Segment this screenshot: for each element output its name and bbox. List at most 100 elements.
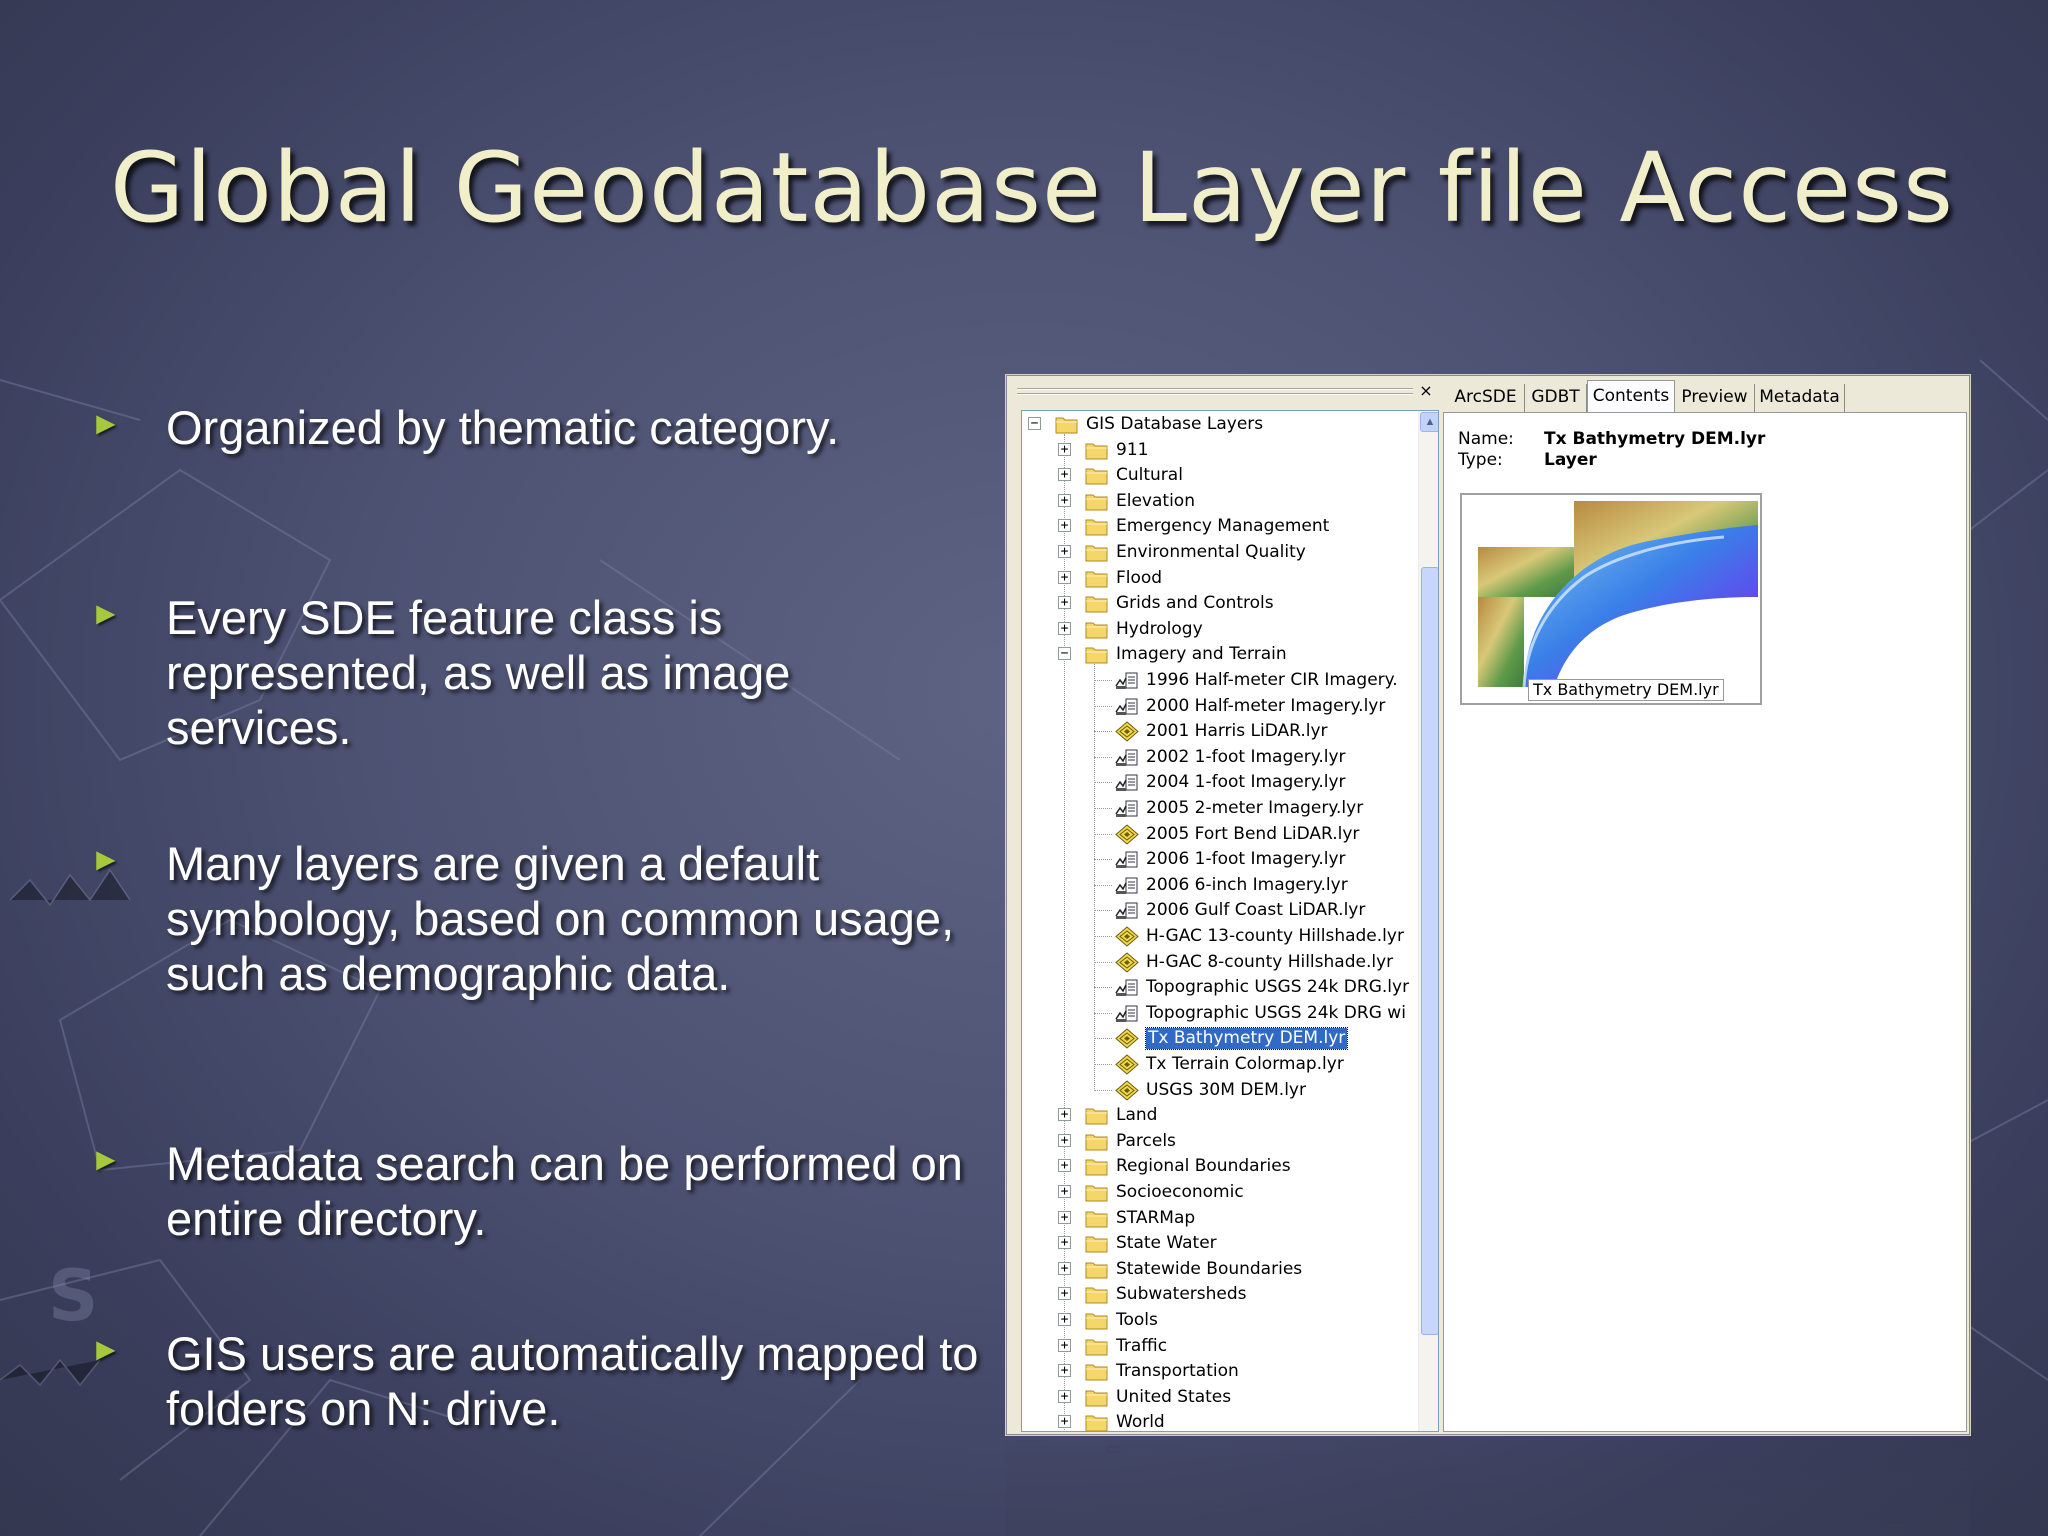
tree-layer-row[interactable]: Tx Bathymetry DEM.lyr (1022, 1026, 1418, 1051)
tree-layer-row[interactable]: H-GAC 13-county Hillshade.lyr (1022, 924, 1418, 949)
tab-contents[interactable]: Contents (1587, 380, 1675, 412)
tree-layer-row[interactable]: 2006 Gulf Coast LiDAR.lyr (1022, 898, 1418, 923)
expand-icon[interactable]: + (1058, 468, 1071, 482)
folder-icon (1084, 1361, 1110, 1382)
tree-layer-row[interactable]: 2006 1-foot Imagery.lyr (1022, 847, 1418, 872)
tree-item-label: Cultural (1116, 465, 1183, 486)
expand-icon[interactable]: + (1058, 1261, 1071, 1275)
tree-folder-row[interactable]: + Environmental Quality (1022, 540, 1418, 565)
tree-item-label: Topographic USGS 24k DRG.lyr (1146, 977, 1410, 998)
folder-icon (1084, 1336, 1110, 1357)
expand-icon[interactable]: + (1058, 442, 1071, 456)
tree-item-label: State Water (1116, 1233, 1217, 1254)
tree-folder-row[interactable]: + Statewide Boundaries (1022, 1257, 1418, 1282)
tab-preview[interactable]: Preview (1675, 384, 1755, 412)
tree-layer-row[interactable]: 2002 1-foot Imagery.lyr (1022, 745, 1418, 770)
tree-layer-row[interactable]: H-GAC 8-county Hillshade.lyr (1022, 950, 1418, 975)
tree-connector (1094, 910, 1112, 912)
tree-grip[interactable] (1017, 388, 1413, 390)
name-key: Name: (1458, 429, 1514, 449)
layer-thumbnail[interactable]: Tx Bathymetry DEM.lyr (1460, 493, 1762, 705)
tree-scrollbar[interactable]: ▲ (1418, 411, 1438, 1431)
tree-layer-row[interactable]: 2005 Fort Bend LiDAR.lyr (1022, 822, 1418, 847)
tab-metadata[interactable]: Metadata (1755, 384, 1845, 412)
raster-layer-icon (1114, 772, 1140, 793)
bullet-text: Metadata search can be performed on enti… (166, 1137, 963, 1245)
tree-item-label: Topographic USGS 24k DRG wi (1146, 1002, 1406, 1023)
raster-layer-icon (1114, 696, 1140, 717)
tree-folder-row[interactable]: + Subwatersheds (1022, 1282, 1418, 1307)
tree-folder-row[interactable]: + Tools (1022, 1308, 1418, 1333)
tree-folder-row[interactable]: + STARMap (1022, 1206, 1418, 1231)
folder-icon (1084, 440, 1110, 461)
expand-icon[interactable]: + (1058, 1108, 1071, 1122)
expand-icon[interactable]: + (1058, 621, 1071, 635)
tree-folder-row[interactable]: + State Water (1022, 1231, 1418, 1256)
tree-item-label: 2000 Half-meter Imagery.lyr (1146, 695, 1386, 716)
diamond-layer-icon (1114, 823, 1140, 845)
bullet-arrow-icon: ► (90, 1141, 122, 1177)
tree-folder-row[interactable]: + United States (1022, 1385, 1418, 1410)
raster-layer-icon (1114, 1003, 1140, 1024)
tree-item-label: 2005 Fort Bend LiDAR.lyr (1146, 823, 1360, 844)
tree-folder-row[interactable]: + Socioeconomic (1022, 1180, 1418, 1205)
expand-icon[interactable]: + (1058, 1364, 1071, 1378)
folder-icon (1054, 414, 1080, 435)
expand-icon[interactable]: + (1058, 1236, 1071, 1250)
tree-folder-row[interactable]: + Emergency Management (1022, 514, 1418, 539)
tree-folder-row[interactable]: + Hydrology (1022, 617, 1418, 642)
tree-layer-row[interactable]: USGS 30M DEM.lyr (1022, 1078, 1418, 1103)
expand-icon[interactable]: + (1058, 1159, 1071, 1173)
tree-layer-row[interactable]: 2000 Half-meter Imagery.lyr (1022, 694, 1418, 719)
tree-folder-row[interactable]: + Land (1022, 1103, 1418, 1128)
tree-folder-row[interactable]: − GIS Database Layers (1022, 412, 1418, 437)
tree-layer-row[interactable]: Tx Terrain Colormap.lyr (1022, 1052, 1418, 1077)
close-icon[interactable]: × (1417, 382, 1435, 400)
tree-layer-row[interactable]: 2006 6-inch Imagery.lyr (1022, 873, 1418, 898)
tree-layer-row[interactable]: Topographic USGS 24k DRG.lyr (1022, 975, 1418, 1000)
expand-icon[interactable]: + (1058, 1415, 1071, 1429)
tree-folder-row[interactable]: + Grids and Controls (1022, 591, 1418, 616)
tree-item-label: Statewide Boundaries (1116, 1258, 1303, 1279)
tree-layer-row[interactable]: 2004 1-foot Imagery.lyr (1022, 770, 1418, 795)
expand-icon[interactable]: + (1058, 493, 1071, 507)
tree-connector (1094, 1012, 1112, 1014)
expand-icon[interactable]: + (1058, 1185, 1071, 1198)
tree-layer-row[interactable]: Topographic USGS 24k DRG wi (1022, 1001, 1418, 1026)
expand-icon[interactable]: + (1058, 1210, 1071, 1224)
expand-icon[interactable]: + (1058, 570, 1071, 584)
tree-folder-row[interactable]: − Imagery and Terrain (1022, 642, 1418, 667)
tree-folder-row[interactable]: + Flood (1022, 566, 1418, 591)
tree-layer-row[interactable]: 2001 Harris LiDAR.lyr (1022, 719, 1418, 744)
expand-icon[interactable]: + (1058, 1338, 1071, 1352)
expand-icon[interactable]: + (1058, 1133, 1071, 1147)
tree-folder-row[interactable]: + Cultural (1022, 463, 1418, 488)
tree-grip[interactable] (1017, 393, 1413, 395)
raster-layer-icon (1114, 977, 1140, 998)
scroll-up-icon[interactable]: ▲ (1420, 412, 1438, 432)
tree-folder-row[interactable]: + Parcels (1022, 1129, 1418, 1154)
expand-icon[interactable]: + (1058, 545, 1071, 558)
tree-item-label: Transportation (1116, 1361, 1239, 1382)
tab-arcsde[interactable]: ArcSDE (1447, 384, 1525, 412)
tree-folder-row[interactable]: + Regional Boundaries (1022, 1154, 1418, 1179)
expand-icon[interactable]: + (1058, 1287, 1071, 1301)
tree-folder-row[interactable]: + Elevation (1022, 489, 1418, 514)
scroll-thumb[interactable] (1421, 567, 1438, 1335)
tree-folder-row[interactable]: +911 (1022, 438, 1418, 463)
tree-connector (1094, 808, 1112, 809)
expand-icon[interactable]: + (1058, 1389, 1071, 1403)
collapse-icon[interactable]: − (1058, 647, 1071, 661)
tree-layer-row[interactable]: 2005 2-meter Imagery.lyr (1022, 796, 1418, 821)
collapse-icon[interactable]: − (1028, 417, 1041, 430)
tab-gdbt[interactable]: GDBT (1525, 384, 1587, 412)
tree-layer-row[interactable]: 1996 Half-meter CIR Imagery. (1022, 668, 1418, 693)
expand-icon[interactable]: + (1058, 519, 1071, 533)
expand-icon[interactable]: + (1058, 596, 1071, 610)
expand-icon[interactable]: + (1058, 1313, 1071, 1326)
tree-folder-row[interactable]: + World (1022, 1410, 1418, 1431)
tree-folder-row[interactable]: + Traffic (1022, 1334, 1418, 1359)
tree-item-label: Elevation (1116, 490, 1195, 511)
tree-folder-row[interactable]: + Transportation (1022, 1359, 1418, 1384)
raster-layer-icon (1114, 900, 1140, 921)
